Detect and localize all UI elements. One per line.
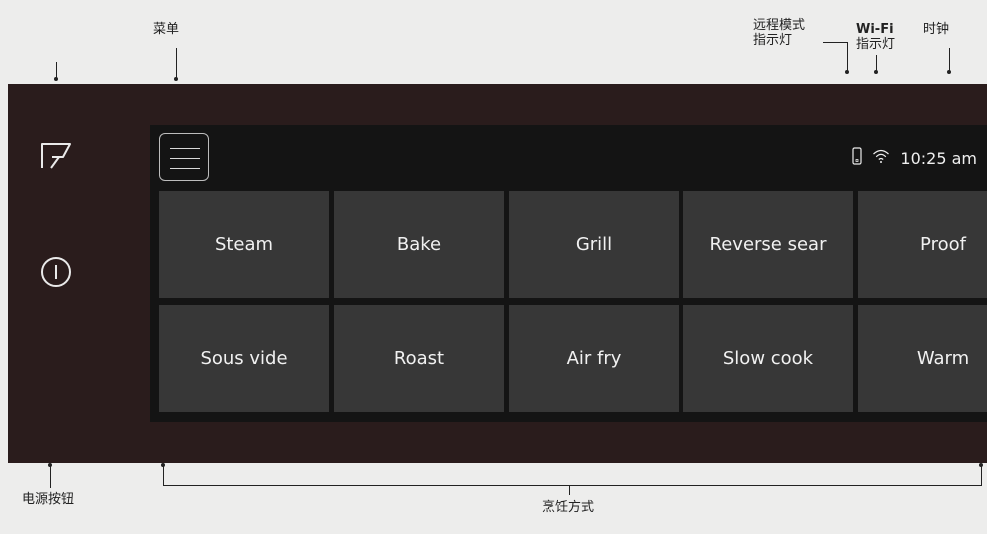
modes-callout-left-line	[163, 466, 164, 486]
modes-callout-right-line	[981, 466, 982, 486]
status-bar: 10:25 am	[852, 147, 977, 169]
menu-bar-2	[170, 158, 200, 159]
mode-tile-proof[interactable]: Proof	[858, 191, 987, 298]
wifi-callout-dot	[874, 70, 878, 74]
modes-callout-center-line	[569, 485, 570, 495]
clock-display: 10:25 am	[900, 148, 977, 168]
mode-label: Sous vide	[200, 348, 288, 369]
menu-callout-dot	[174, 77, 178, 81]
wifi-line-2: 指示灯	[856, 37, 896, 52]
clock-callout-label: 时钟	[923, 22, 950, 37]
mode-tile-sous-vide[interactable]: Sous vide	[159, 305, 329, 412]
left-callout-dot	[54, 77, 58, 81]
touch-screen: 10:25 am Steam Bake Grill Reverse sear P…	[150, 125, 987, 422]
mode-label: Grill	[575, 234, 613, 255]
power-callout-line	[50, 466, 51, 488]
wifi-callout-label: Wi-Fi 指示灯	[856, 22, 895, 52]
mode-tile-steam[interactable]: Steam	[159, 191, 329, 298]
phone-icon	[852, 147, 863, 169]
remote-control-icon[interactable]	[39, 140, 73, 170]
mode-label: Roast	[393, 348, 445, 369]
mode-label: Proof	[920, 234, 966, 255]
modes-callout-bracket	[163, 485, 982, 486]
left-callout-line	[56, 62, 57, 78]
mode-label: Reverse sear	[709, 234, 827, 255]
modes-callout-label: 烹饪方式	[542, 500, 595, 515]
mode-tile-grill[interactable]: Grill	[509, 191, 679, 298]
mode-tile-air-fry[interactable]: Air fry	[509, 305, 679, 412]
mode-tile-slow-cook[interactable]: Slow cook	[683, 305, 853, 412]
menu-bar-3	[170, 168, 200, 169]
remote-mode-line-2: 指示灯	[753, 33, 793, 48]
mode-label: Warm	[916, 348, 970, 369]
mode-label: Slow cook	[722, 348, 814, 369]
menu-bar-1	[170, 148, 200, 149]
wifi-line-1: Wi-Fi	[856, 22, 894, 37]
menu-callout-line	[176, 48, 177, 78]
remote-mode-callout-dot	[845, 70, 849, 74]
mode-tile-warm[interactable]: Warm	[858, 305, 987, 412]
menu-callout-label: 菜单	[153, 22, 180, 37]
mode-label: Bake	[396, 234, 442, 255]
remote-mode-callout-label: 远程模式 指示灯	[753, 18, 805, 48]
mode-label: Steam	[214, 234, 274, 255]
power-callout-label: 电源按钮	[22, 492, 75, 507]
mode-label: Air fry	[566, 348, 622, 369]
mode-tile-bake[interactable]: Bake	[334, 191, 504, 298]
remote-mode-callout-vline	[847, 42, 848, 72]
remote-mode-callout-hline	[823, 42, 848, 43]
power-icon[interactable]	[40, 256, 72, 288]
remote-mode-line-1: 远程模式	[753, 18, 806, 33]
clock-callout-dot	[947, 70, 951, 74]
mode-tile-reverse-sear[interactable]: Reverse sear	[683, 191, 853, 298]
mode-tile-roast[interactable]: Roast	[334, 305, 504, 412]
menu-button[interactable]	[159, 133, 209, 181]
clock-callout-line	[949, 48, 950, 72]
wifi-icon	[872, 148, 890, 168]
